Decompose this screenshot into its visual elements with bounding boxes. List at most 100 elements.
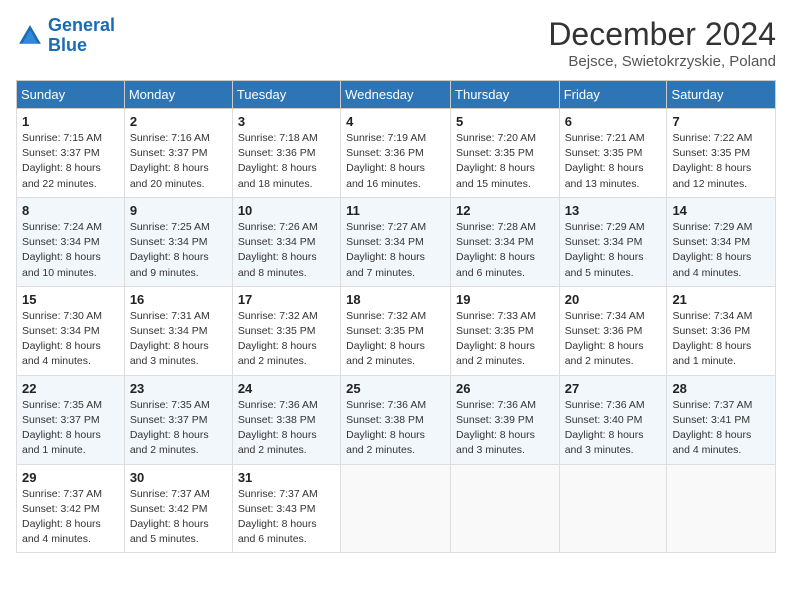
calendar-cell: 19 Sunrise: 7:33 AMSunset: 3:35 PMDayligh… [451,286,560,375]
calendar-cell: 20 Sunrise: 7:34 AMSunset: 3:36 PMDayligh… [559,286,667,375]
day-number: 17 [238,292,335,307]
day-info: Sunrise: 7:36 AMSunset: 3:38 PMDaylight:… [238,398,335,459]
day-number: 13 [565,203,662,218]
day-number: 22 [22,381,119,396]
day-number: 29 [22,470,119,485]
day-info: Sunrise: 7:22 AMSunset: 3:35 PMDaylight:… [672,131,770,192]
calendar-cell: 15 Sunrise: 7:30 AMSunset: 3:34 PMDayligh… [17,286,125,375]
header-tuesday: Tuesday [232,81,340,109]
calendar-cell: 21 Sunrise: 7:34 AMSunset: 3:36 PMDayligh… [667,286,776,375]
day-number: 23 [130,381,227,396]
header-wednesday: Wednesday [341,81,451,109]
calendar-week-2: 8Sunrise: 7:24 AMSunset: 3:34 PMDaylight… [17,197,776,286]
day-info: Sunrise: 7:25 AMSunset: 3:34 PMDaylight:… [130,220,227,281]
logo-line2: Blue [48,35,87,55]
day-info: Sunrise: 7:34 AMSunset: 3:36 PMDaylight:… [565,309,662,370]
calendar-cell: 8Sunrise: 7:24 AMSunset: 3:34 PMDaylight… [17,197,125,286]
calendar-week-3: 15 Sunrise: 7:30 AMSunset: 3:34 PMDayligh… [17,286,776,375]
calendar-cell: 5 Sunrise: 7:20 AMSunset: 3:35 PMDaylight… [451,109,560,198]
calendar-table: SundayMondayTuesdayWednesdayThursdayFrid… [16,80,776,553]
day-info: Sunrise: 7:18 AMSunset: 3:36 PMDaylight:… [238,131,335,192]
header-saturday: Saturday [667,81,776,109]
day-number: 6 [565,114,662,129]
day-number: 5 [456,114,554,129]
day-number: 15 [22,292,119,307]
day-number: 20 [565,292,662,307]
day-info: Sunrise: 7:24 AMSunset: 3:34 PMDaylight:… [22,220,119,281]
calendar-cell: 29Sunrise: 7:37 AMSunset: 3:42 PMDayligh… [17,464,125,553]
calendar-cell: 16 Sunrise: 7:31 AMSunset: 3:34 PMDayligh… [124,286,232,375]
calendar-cell: 23 Sunrise: 7:35 AMSunset: 3:37 PMDayligh… [124,375,232,464]
calendar-cell: 31 Sunrise: 7:37 AMSunset: 3:43 PMDayligh… [232,464,340,553]
header-friday: Friday [559,81,667,109]
calendar-cell: 22 Sunrise: 7:35 AMSunset: 3:37 PMDayligh… [17,375,125,464]
calendar-cell [341,464,451,553]
day-number: 9 [130,203,227,218]
calendar-cell: 17 Sunrise: 7:32 AMSunset: 3:35 PMDayligh… [232,286,340,375]
calendar-cell [559,464,667,553]
calendar-cell: 28Sunrise: 7:37 AMSunset: 3:41 PMDayligh… [667,375,776,464]
calendar-cell: 30 Sunrise: 7:37 AMSunset: 3:42 PMDayligh… [124,464,232,553]
day-number: 16 [130,292,227,307]
header-sunday: Sunday [17,81,125,109]
day-number: 31 [238,470,335,485]
day-info: Sunrise: 7:37 AMSunset: 3:43 PMDaylight:… [238,487,335,548]
calendar-cell: 18Sunrise: 7:32 AMSunset: 3:35 PMDayligh… [341,286,451,375]
month-title: December 2024 [548,16,776,53]
calendar-cell: 2Sunrise: 7:16 AMSunset: 3:37 PMDaylight… [124,109,232,198]
day-info: Sunrise: 7:37 AMSunset: 3:41 PMDaylight:… [672,398,770,459]
calendar-cell: 9 Sunrise: 7:25 AMSunset: 3:34 PMDaylight… [124,197,232,286]
day-info: Sunrise: 7:32 AMSunset: 3:35 PMDaylight:… [238,309,335,370]
day-number: 21 [672,292,770,307]
day-info: Sunrise: 7:37 AMSunset: 3:42 PMDaylight:… [130,487,227,548]
calendar-cell: 26 Sunrise: 7:36 AMSunset: 3:39 PMDayligh… [451,375,560,464]
day-number: 26 [456,381,554,396]
day-info: Sunrise: 7:36 AMSunset: 3:40 PMDaylight:… [565,398,662,459]
calendar-week-1: 1Sunrise: 7:15 AMSunset: 3:37 PMDaylight… [17,109,776,198]
day-number: 10 [238,203,335,218]
day-number: 30 [130,470,227,485]
day-info: Sunrise: 7:33 AMSunset: 3:35 PMDaylight:… [456,309,554,370]
day-number: 18 [346,292,445,307]
day-info: Sunrise: 7:35 AMSunset: 3:37 PMDaylight:… [130,398,227,459]
day-number: 3 [238,114,335,129]
day-info: Sunrise: 7:29 AMSunset: 3:34 PMDaylight:… [672,220,770,281]
logo: General Blue [16,16,115,56]
calendar-header-row: SundayMondayTuesdayWednesdayThursdayFrid… [17,81,776,109]
day-number: 27 [565,381,662,396]
calendar-cell: 3 Sunrise: 7:18 AMSunset: 3:36 PMDaylight… [232,109,340,198]
calendar-cell: 6 Sunrise: 7:21 AMSunset: 3:35 PMDaylight… [559,109,667,198]
location-title: Bejsce, Swietokrzyskie, Poland [548,53,776,70]
calendar-cell: 11Sunrise: 7:27 AMSunset: 3:34 PMDayligh… [341,197,451,286]
day-number: 4 [346,114,445,129]
day-info: Sunrise: 7:28 AMSunset: 3:34 PMDaylight:… [456,220,554,281]
day-info: Sunrise: 7:29 AMSunset: 3:34 PMDaylight:… [565,220,662,281]
day-info: Sunrise: 7:34 AMSunset: 3:36 PMDaylight:… [672,309,770,370]
day-info: Sunrise: 7:20 AMSunset: 3:35 PMDaylight:… [456,131,554,192]
day-info: Sunrise: 7:30 AMSunset: 3:34 PMDaylight:… [22,309,119,370]
calendar-cell: 10Sunrise: 7:26 AMSunset: 3:34 PMDayligh… [232,197,340,286]
header: General Blue December 2024 Bejsce, Swiet… [16,16,776,70]
day-info: Sunrise: 7:36 AMSunset: 3:38 PMDaylight:… [346,398,445,459]
calendar-cell: 13 Sunrise: 7:29 AMSunset: 3:34 PMDayligh… [559,197,667,286]
header-thursday: Thursday [451,81,560,109]
day-number: 25 [346,381,445,396]
day-info: Sunrise: 7:31 AMSunset: 3:34 PMDaylight:… [130,309,227,370]
day-info: Sunrise: 7:27 AMSunset: 3:34 PMDaylight:… [346,220,445,281]
header-monday: Monday [124,81,232,109]
day-info: Sunrise: 7:19 AMSunset: 3:36 PMDaylight:… [346,131,445,192]
calendar-cell: 4 Sunrise: 7:19 AMSunset: 3:36 PMDaylight… [341,109,451,198]
calendar-week-5: 29 Sunrise: 7:37 AMSunset: 3:42 PMDayligh… [17,464,776,553]
logo-text: General Blue [48,16,115,56]
logo-line1: General [48,15,115,35]
day-info: Sunrise: 7:36 AMSunset: 3:39 PMDaylight:… [456,398,554,459]
calendar-cell [667,464,776,553]
calendar-cell: 7Sunrise: 7:22 AMSunset: 3:35 PMDaylight… [667,109,776,198]
calendar-cell [451,464,560,553]
day-number: 19 [456,292,554,307]
day-info: Sunrise: 7:16 AMSunset: 3:37 PMDaylight:… [130,131,227,192]
day-info: Sunrise: 7:35 AMSunset: 3:37 PMDaylight:… [22,398,119,459]
day-number: 24 [238,381,335,396]
day-info: Sunrise: 7:21 AMSunset: 3:35 PMDaylight:… [565,131,662,192]
calendar-week-4: 22 Sunrise: 7:35 AMSunset: 3:37 PMDayligh… [17,375,776,464]
